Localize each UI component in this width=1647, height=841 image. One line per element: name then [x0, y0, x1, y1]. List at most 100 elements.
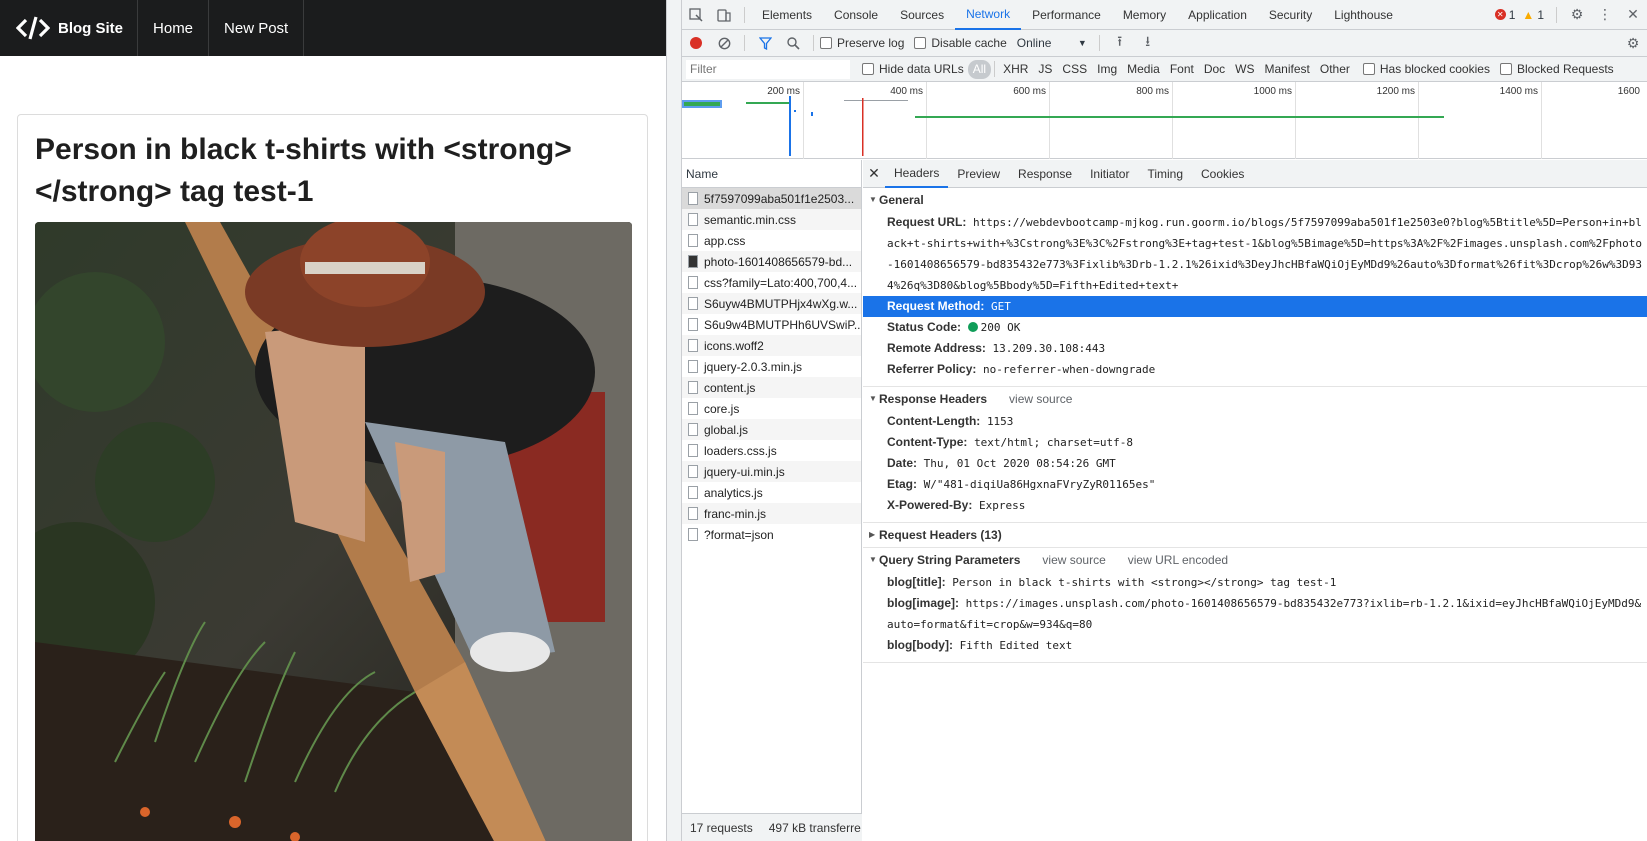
- request-row[interactable]: photo-1601408656579-bd...: [682, 251, 861, 272]
- search-icon[interactable]: [779, 30, 807, 57]
- general-header[interactable]: ▼ General: [863, 188, 1647, 212]
- type-filter-all[interactable]: All: [967, 59, 992, 79]
- preserve-log-checkbox[interactable]: Preserve log: [820, 36, 904, 50]
- brand-link[interactable]: Blog Site: [0, 0, 139, 56]
- pane-divider[interactable]: [666, 0, 682, 841]
- header-value: Thu, 01 Oct 2020 08:54:26 GMT: [923, 457, 1116, 470]
- type-filter-manifest[interactable]: Manifest: [1260, 60, 1315, 79]
- has-blocked-cookies-checkbox[interactable]: Has blocked cookies: [1362, 62, 1490, 76]
- tab-timing[interactable]: Timing: [1138, 160, 1192, 188]
- throttling-select[interactable]: Online ▼: [1017, 36, 1087, 50]
- request-row[interactable]: global.js: [682, 419, 861, 440]
- more-vertical-icon[interactable]: ⋮: [1591, 1, 1619, 28]
- blog-page: Blog Site Home New Post Person in black …: [0, 0, 666, 841]
- expanded-triangle-icon: ▼: [869, 195, 877, 204]
- type-filter-media[interactable]: Media: [1122, 60, 1165, 79]
- type-filter-js[interactable]: JS: [1033, 60, 1057, 79]
- remote-address-value: 13.209.30.108:443: [992, 342, 1106, 355]
- request-headers-header[interactable]: ▶ Request Headers (13): [863, 523, 1647, 547]
- request-row[interactable]: ?format=json: [682, 524, 861, 545]
- tab-response[interactable]: Response: [1009, 160, 1081, 188]
- type-filter-font[interactable]: Font: [1165, 60, 1199, 79]
- tab-elements[interactable]: Elements: [751, 0, 823, 30]
- request-row[interactable]: app.css: [682, 230, 861, 251]
- response-view-source-link[interactable]: view source: [1009, 387, 1072, 411]
- clear-icon[interactable]: [710, 30, 738, 57]
- settings-gear-icon[interactable]: ⚙: [1563, 1, 1591, 28]
- request-name: css?family=Lato:400,700,4...: [704, 275, 858, 290]
- tab-initiator[interactable]: Initiator: [1081, 160, 1138, 188]
- request-row[interactable]: analytics.js: [682, 482, 861, 503]
- devtools-panel: Elements Console Sources Network Perform…: [682, 0, 1647, 841]
- nav-home[interactable]: Home: [138, 0, 210, 56]
- separator: [1098, 35, 1100, 51]
- warning-count: 1: [1537, 7, 1544, 22]
- request-row[interactable]: css?family=Lato:400,700,4...: [682, 272, 861, 293]
- filter-input[interactable]: [686, 59, 850, 79]
- devtools-tabbar: Elements Console Sources Network Perform…: [682, 0, 1647, 30]
- post-image: [35, 222, 632, 841]
- network-settings-gear-icon[interactable]: ⚙: [1619, 30, 1647, 57]
- hide-data-urls-label: Hide data URLs: [879, 62, 964, 76]
- query-view-source-link[interactable]: view source: [1042, 548, 1105, 572]
- request-row[interactable]: jquery-ui.min.js: [682, 461, 861, 482]
- type-filter-css[interactable]: CSS: [1057, 60, 1092, 79]
- name-column-header[interactable]: Name: [682, 160, 861, 188]
- view-url-encoded-link[interactable]: view URL encoded: [1128, 548, 1228, 572]
- code-logo-icon: [16, 15, 50, 41]
- type-filter-img[interactable]: Img: [1092, 60, 1122, 79]
- header-row: Etag: W/"481-diqiUa86HgxnaFVryZyR01165es…: [863, 474, 1647, 495]
- inspect-icon[interactable]: [682, 1, 710, 28]
- timeline-overview[interactable]: 200 ms 400 ms 600 ms 800 ms 1000 ms 1200…: [682, 82, 1647, 159]
- request-row[interactable]: jquery-2.0.3.min.js: [682, 356, 861, 377]
- request-row[interactable]: 5f7597099aba501f1e2503...: [682, 188, 861, 209]
- request-name: 5f7597099aba501f1e2503...: [704, 191, 855, 206]
- query-params-header[interactable]: ▼ Query String Parameters view source view …: [863, 548, 1647, 572]
- response-headers-header[interactable]: ▼ Response Headers view source: [863, 387, 1647, 411]
- type-filter-other[interactable]: Other: [1315, 60, 1355, 79]
- tab-network[interactable]: Network: [955, 0, 1022, 30]
- tab-memory[interactable]: Memory: [1112, 0, 1177, 30]
- warning-icon: ▲: [1522, 7, 1535, 22]
- type-filter-doc[interactable]: Doc: [1199, 60, 1230, 79]
- checkbox-box: [1362, 63, 1375, 75]
- import-har-icon[interactable]: ⭱: [1106, 30, 1134, 57]
- tab-performance[interactable]: Performance: [1021, 0, 1112, 30]
- request-rows: 5f7597099aba501f1e2503... semantic.min.c…: [682, 188, 861, 545]
- tab-preview[interactable]: Preview: [948, 160, 1009, 188]
- request-row[interactable]: icons.woff2: [682, 335, 861, 356]
- post-title: Person in black t-shirts with <strong></…: [35, 133, 572, 208]
- header-row: Content-Length: 1153: [863, 411, 1647, 432]
- close-icon[interactable]: ✕: [863, 165, 885, 182]
- device-toggle-icon[interactable]: [710, 1, 738, 28]
- tab-sources[interactable]: Sources: [889, 0, 955, 30]
- tab-console[interactable]: Console: [823, 0, 889, 30]
- tab-application[interactable]: Application: [1177, 0, 1258, 30]
- type-filter-xhr[interactable]: XHR: [998, 60, 1033, 79]
- nav-new-post[interactable]: New Post: [209, 0, 305, 56]
- request-row[interactable]: S6u9w4BMUTPHh6UVSwiP...: [682, 314, 861, 335]
- request-row[interactable]: content.js: [682, 377, 861, 398]
- close-devtools-icon[interactable]: ✕: [1619, 1, 1647, 28]
- disable-cache-checkbox[interactable]: Disable cache: [914, 36, 1007, 50]
- referrer-policy-value: no-referrer-when-downgrade: [983, 363, 1156, 376]
- blocked-requests-checkbox[interactable]: Blocked Requests: [1499, 62, 1614, 76]
- request-row[interactable]: S6uyw4BMUTPHjx4wXg.w...: [682, 293, 861, 314]
- filter-funnel-icon[interactable]: [751, 30, 779, 57]
- tab-lighthouse[interactable]: Lighthouse: [1323, 0, 1404, 30]
- hide-data-urls-checkbox[interactable]: Hide data URLs: [862, 62, 964, 76]
- tab-cookies[interactable]: Cookies: [1192, 160, 1253, 188]
- export-har-icon[interactable]: ⭳: [1134, 30, 1162, 57]
- request-row[interactable]: franc-min.js: [682, 503, 861, 524]
- request-name: app.css: [704, 233, 746, 248]
- request-row[interactable]: core.js: [682, 398, 861, 419]
- request-row[interactable]: semantic.min.css: [682, 209, 861, 230]
- error-badge[interactable]: ✕ 1 ▲ 1: [1494, 7, 1544, 22]
- tab-headers[interactable]: Headers: [885, 160, 949, 188]
- type-filter-ws[interactable]: WS: [1230, 60, 1259, 79]
- record-button[interactable]: [682, 30, 710, 57]
- script-icon: [688, 507, 698, 520]
- network-toolbar: Preserve log Disable cache Online ▼ ⭱ ⭳ …: [682, 30, 1647, 57]
- request-row[interactable]: loaders.css.js: [682, 440, 861, 461]
- tab-security[interactable]: Security: [1258, 0, 1323, 30]
